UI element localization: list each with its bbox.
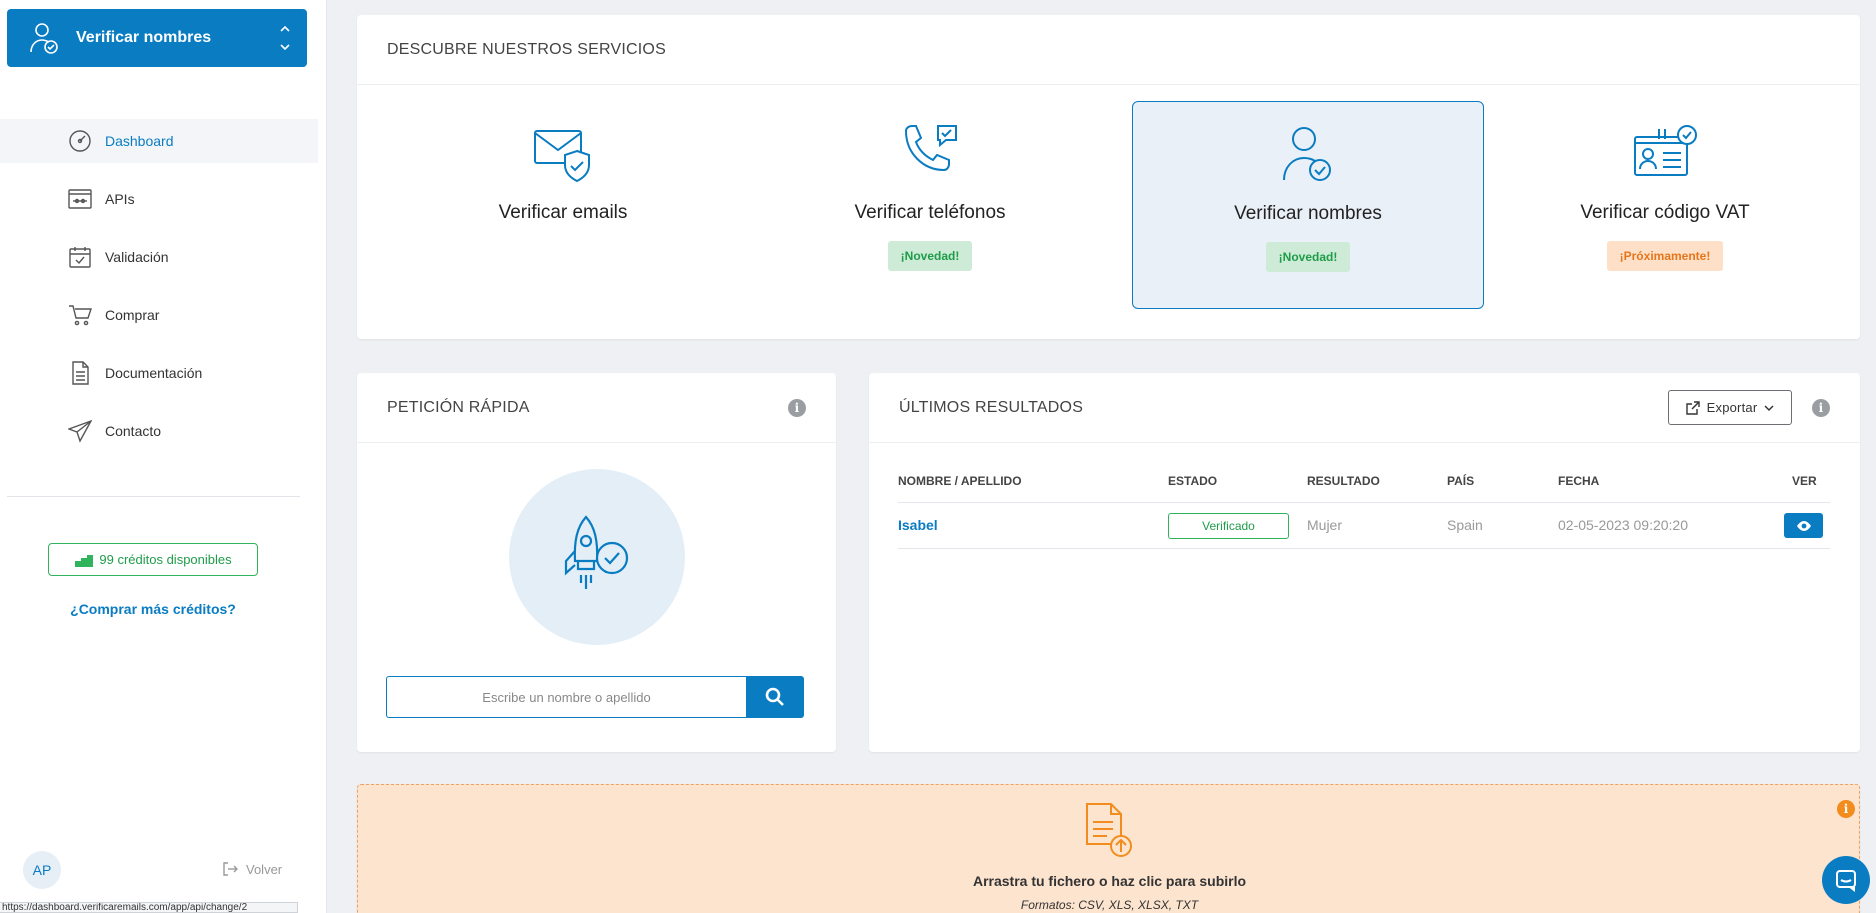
result-country: Spain [1447, 517, 1483, 533]
user-check-icon [1283, 127, 1331, 181]
column-header: FECHA [1558, 474, 1600, 488]
email-shield-icon [534, 130, 590, 183]
result-date: 02-05-2023 09:20:20 [1558, 517, 1688, 533]
sidebar-item-apis[interactable]: APIs [0, 177, 318, 221]
search-button[interactable] [746, 676, 804, 718]
file-upload-icon [1086, 803, 1132, 857]
column-header: PAÍS [1447, 474, 1475, 488]
latest-results-card: ÚLTIMOS RESULTADOS Exportar i NOMBRE / A… [869, 373, 1860, 752]
info-icon[interactable]: i [1837, 800, 1855, 818]
service-verify-names[interactable]: Verificar nombres ¡Novedad! [1132, 101, 1484, 309]
sidebar-item-label: Comprar [105, 307, 160, 323]
updown-chevron-icon [280, 25, 290, 51]
chevron-down-icon [1764, 404, 1774, 411]
new-badge: ¡Novedad! [887, 241, 973, 271]
new-badge: ¡Novedad! [1265, 242, 1351, 272]
column-header: VER [1792, 474, 1817, 488]
sidebar-item-dashboard[interactable]: Dashboard [0, 119, 318, 163]
logout-label: Volver [246, 861, 283, 877]
table-header: NOMBRE / APELLIDO ESTADO RESULTADO PAÍS … [898, 465, 1830, 503]
id-card-check-icon [1634, 125, 1697, 176]
result-value: Mujer [1307, 517, 1343, 533]
column-header: ESTADO [1168, 474, 1218, 488]
avatar[interactable]: AP [23, 851, 61, 889]
service-switcher-label: Verificar nombres [76, 29, 212, 46]
calendar-check-icon [69, 247, 91, 268]
result-name-link[interactable]: Isabel [898, 517, 938, 533]
coming-soon-badge: ¡Próximamente! [1606, 241, 1724, 271]
quick-request-title-text: PETICIÓN RÁPIDA [387, 398, 530, 416]
chat-widget-button[interactable] [1822, 856, 1870, 904]
info-icon[interactable]: i [1812, 399, 1830, 417]
service-label: Verificar código VAT [1580, 202, 1750, 223]
sidebar-item-label: Dashboard [105, 133, 174, 149]
sidebar: Verificar nombres Dashboard APIs Validac… [0, 0, 327, 913]
upload-formats: Formatos: CSV, XLS, XLSX, TXT [1020, 898, 1199, 912]
status-bar-url: https://dashboard.verificaremails.com/ap… [0, 902, 298, 913]
buy-more-credits-link[interactable]: ¿Comprar más créditos? [0, 601, 306, 617]
services-card: DESCUBRE NUESTROS SERVICIOS Verificar em… [357, 15, 1860, 339]
logout-icon [223, 862, 238, 876]
export-button[interactable]: Exportar [1668, 390, 1792, 425]
service-label: Verificar nombres [1234, 203, 1382, 224]
file-upload-dropzone[interactable]: Arrastra tu fichero o haz clic para subi… [357, 784, 1860, 913]
cart-icon [69, 305, 92, 326]
sidebar-nav: Dashboard APIs Validación Comprar Docume… [0, 119, 318, 467]
rocket-illustration [509, 469, 685, 645]
status-badge: Verificado [1168, 513, 1289, 539]
document-icon [72, 361, 89, 385]
info-icon[interactable]: i [788, 399, 806, 417]
paper-plane-icon [68, 419, 92, 443]
services-title: DESCUBRE NUESTROS SERVICIOS [357, 15, 1860, 85]
service-verify-vat[interactable]: Verificar código VAT ¡Próximamente! [1489, 101, 1841, 309]
quick-search [386, 676, 806, 718]
upload-instructions: Arrastra tu fichero o haz clic para subi… [972, 873, 1247, 889]
chat-icon [1836, 870, 1856, 892]
column-header: NOMBRE / APELLIDO [898, 474, 1022, 488]
service-switcher[interactable]: Verificar nombres [7, 9, 307, 67]
service-label: Verificar emails [498, 202, 628, 223]
logout-button[interactable]: Volver [222, 861, 282, 877]
view-result-button[interactable] [1784, 513, 1823, 538]
export-label: Exportar [1706, 400, 1758, 415]
latest-results-title: ÚLTIMOS RESULTADOS Exportar i [869, 373, 1860, 443]
credits-badge: 99 créditos disponibles [48, 543, 258, 576]
column-header: RESULTADO [1307, 474, 1380, 488]
rocket-check-icon [564, 515, 629, 589]
sidebar-divider [7, 496, 300, 497]
coins-icon [75, 554, 94, 567]
name-search-input[interactable] [386, 676, 746, 718]
sidebar-item-label: APIs [105, 191, 135, 207]
sidebar-item-label: Validación [105, 249, 169, 265]
sidebar-item-comprar[interactable]: Comprar [0, 293, 318, 337]
search-icon [765, 687, 784, 706]
sidebar-item-validacion[interactable]: Validación [0, 235, 318, 279]
user-check-icon [30, 23, 58, 54]
phone-check-icon [904, 125, 957, 172]
table-row: Isabel Verificado Mujer Spain 02-05-2023… [898, 503, 1830, 549]
sidebar-item-label: Contacto [105, 423, 162, 439]
eye-icon [1796, 520, 1811, 531]
gauge-icon [69, 130, 91, 152]
service-verify-emails[interactable]: Verificar emails [387, 101, 739, 309]
results-table: NOMBRE / APELLIDO ESTADO RESULTADO PAÍS … [898, 465, 1830, 549]
external-link-icon [1685, 400, 1700, 415]
latest-results-title-text: ÚLTIMOS RESULTADOS [899, 398, 1084, 416]
quick-request-card: PETICIÓN RÁPIDA i [357, 373, 836, 752]
quick-request-title: PETICIÓN RÁPIDA i [357, 373, 836, 443]
api-icon [68, 189, 92, 209]
sidebar-item-label: Documentación [105, 365, 203, 381]
service-verify-phones[interactable]: Verificar teléfonos ¡Novedad! [754, 101, 1106, 309]
sidebar-item-documentacion[interactable]: Documentación [0, 351, 318, 395]
service-label: Verificar teléfonos [854, 202, 1006, 223]
credits-text: 99 créditos disponibles [99, 552, 232, 567]
sidebar-item-contacto[interactable]: Contacto [0, 409, 318, 453]
